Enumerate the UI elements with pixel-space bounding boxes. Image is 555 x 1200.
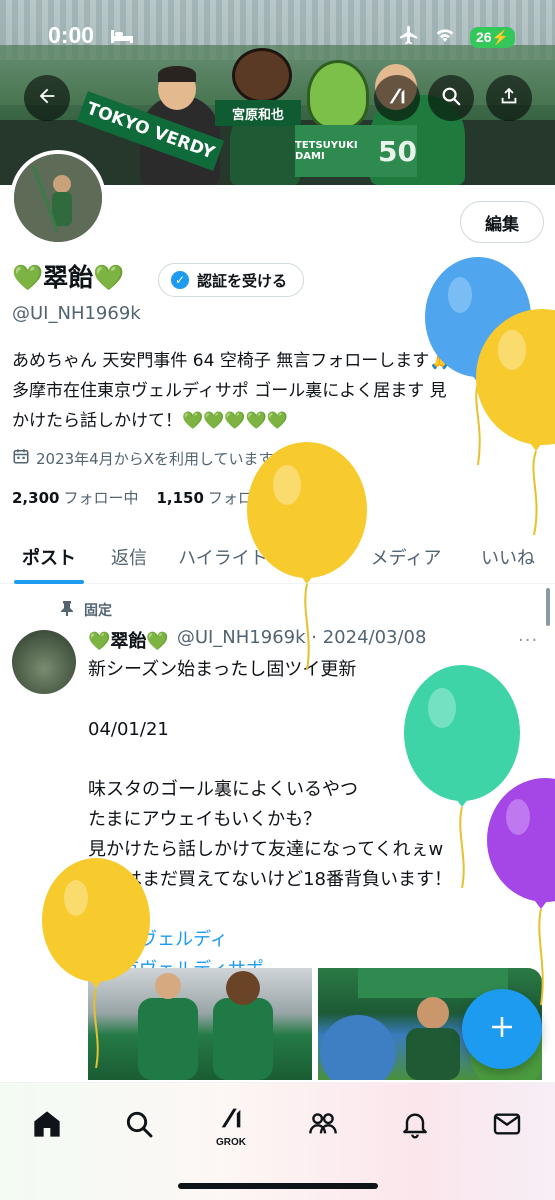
pin-icon	[60, 600, 74, 620]
post-handle-date: @UI_NH1969k · 2024/03/08	[176, 627, 427, 648]
nav-messages[interactable]	[482, 1101, 532, 1151]
post-author-name[interactable]: 💚翠飴💚	[88, 627, 169, 653]
wifi-icon	[434, 26, 456, 48]
tab-likes[interactable]: いいね	[476, 530, 540, 584]
nav-notifications[interactable]	[390, 1101, 440, 1151]
nav-search[interactable]	[114, 1101, 164, 1151]
compose-button[interactable]	[462, 989, 542, 1069]
share-button[interactable]	[486, 75, 532, 121]
pinned-label: 固定	[84, 603, 112, 619]
home-icon	[31, 1108, 63, 1144]
grok-button[interactable]	[374, 75, 420, 121]
battery-level: 26	[475, 28, 492, 45]
tab-articles[interactable]: 記事	[296, 530, 342, 584]
profile-bio: あめちゃん 天安門事件 64 空椅子 無言フォローします🙏 多摩市在住東京ヴェル…	[12, 346, 552, 436]
scarf-right-number: 50	[378, 134, 417, 168]
post-line: 今年はまだ買えてないけど18番背負います！	[88, 869, 453, 890]
get-verified-label: 認証を受ける	[197, 271, 288, 290]
post-line	[88, 685, 538, 715]
scarf-middle: 宮原和也	[215, 100, 301, 126]
back-arrow-icon	[36, 85, 58, 111]
following-link[interactable]: 2,300 フォロー中	[12, 487, 138, 508]
search-icon	[123, 1108, 155, 1144]
bio-line: あめちゃん 天安門事件 64 空椅子 無言フォローします🙏	[12, 351, 451, 371]
tab-media[interactable]: メディア	[364, 530, 448, 584]
followers-link[interactable]: 1,150 フォロワー	[156, 487, 282, 508]
following-label: フォロー中	[63, 489, 139, 507]
airplane-icon	[398, 24, 420, 50]
display-name: 💚翠飴💚	[12, 263, 125, 292]
followers-label: フォロワー	[207, 489, 283, 507]
tab-posts[interactable]: ポスト	[14, 530, 84, 584]
bio-line: かけたら話しかけて！💚💚💚💚💚	[12, 411, 288, 431]
status-icons: 26⚡	[398, 24, 515, 50]
post-text: 新シーズン始まったし固ツイ更新 04/01/21 味スタのゴール裏によくいるやつ…	[88, 655, 538, 985]
search-icon	[440, 85, 462, 111]
post-line	[88, 745, 538, 775]
battery-indicator: 26⚡	[469, 26, 515, 48]
verified-check-icon: ✓	[171, 271, 189, 289]
more-options-icon[interactable]: ···	[518, 630, 538, 651]
avatar-figure	[14, 154, 102, 242]
post-line: 見かけたら話しかけて友達になってくれぇw	[88, 839, 444, 860]
search-button[interactable]	[428, 75, 474, 121]
hashtag-link[interactable]: #東京ヴェルディ	[88, 925, 538, 955]
follow-stats: 2,300 フォロー中 1,150 フォロワー	[12, 487, 283, 508]
nav-communities[interactable]	[298, 1101, 348, 1151]
scrollbar[interactable]	[546, 588, 550, 626]
grok-icon	[386, 85, 408, 111]
post-line: たまにアウェイもいくかも？	[88, 809, 322, 830]
post-line	[88, 895, 538, 925]
calendar-icon	[12, 447, 30, 469]
tab-highlights[interactable]: ハイライト	[172, 530, 274, 584]
edit-profile-button[interactable]: 編集	[460, 201, 544, 243]
nav-home[interactable]	[22, 1101, 72, 1151]
bio-line: 多摩市在住東京ヴェルディサポ ゴール裏によく居ます 見	[12, 381, 447, 401]
bed-icon	[110, 28, 134, 48]
mail-icon	[491, 1108, 523, 1144]
share-icon	[498, 85, 520, 111]
joined-text: 2023年4月からXを利用しています	[36, 449, 274, 468]
nav-grok[interactable]: GROK	[206, 1101, 256, 1151]
post-header: 💚翠飴💚 @UI_NH1969k · 2024/03/08	[88, 627, 426, 653]
plus-icon	[487, 1012, 517, 1046]
post-avatar[interactable]	[12, 630, 76, 694]
grok-label: GROK	[216, 1137, 246, 1148]
scarf-right: TETSUYUKI DAMI 50	[295, 125, 417, 177]
get-verified-button[interactable]: ✓ 認証を受ける	[158, 263, 305, 297]
status-bar: 0:00 26⚡	[0, 0, 555, 75]
post-image-1[interactable]	[88, 968, 312, 1080]
profile-handle: @UI_NH1969k	[12, 303, 141, 324]
pinned-indicator: 固定	[60, 600, 112, 620]
scarf-right-name: TETSUYUKI DAMI	[295, 140, 358, 162]
people-icon	[307, 1108, 339, 1144]
profile-avatar[interactable]	[10, 150, 106, 246]
following-count: 2,300	[12, 489, 60, 507]
profile-tabs: ポスト 返信 ハイライト 記事 メディア いいね	[0, 530, 555, 584]
tab-replies[interactable]: 返信	[106, 530, 152, 584]
post-line: 味スタのゴール裏によくいるやつ	[88, 779, 358, 800]
bell-icon	[399, 1108, 431, 1144]
home-indicator	[178, 1183, 378, 1189]
joined-date: 2023年4月からXを利用しています	[12, 447, 274, 469]
grok-icon	[217, 1104, 245, 1136]
post-image-1-art	[138, 971, 273, 1080]
post-line: 新シーズン始まったし固ツイ更新	[88, 659, 357, 680]
back-button[interactable]	[24, 75, 70, 121]
followers-count: 1,150	[156, 489, 204, 507]
post-line: 04/01/21	[88, 719, 169, 740]
status-time: 0:00	[48, 22, 95, 48]
